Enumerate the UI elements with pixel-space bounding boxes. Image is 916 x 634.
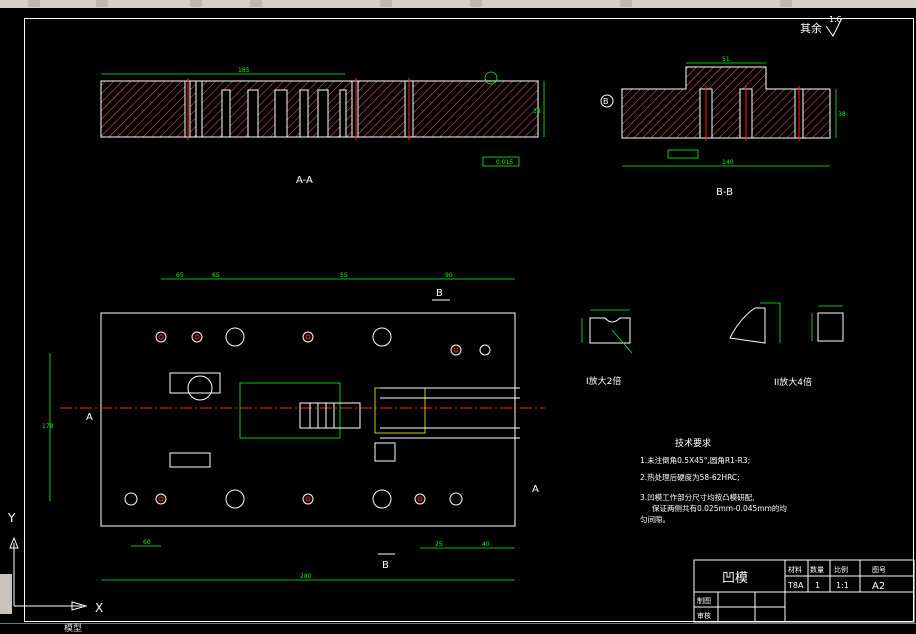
tech-item-5: 匀间隙。	[640, 514, 670, 524]
toolbar-button[interactable]	[380, 0, 392, 7]
header-quantity: 数量	[810, 565, 824, 574]
drawing-canvas[interactable]: 其余 1.6 185 38 0.015 A-A 51 140 38 B B-B …	[0, 8, 916, 623]
header-material: 材料	[788, 565, 802, 574]
plan-dim-bottom-1: 60	[143, 539, 151, 546]
header-drawing-no: 图号	[872, 566, 886, 574]
aa-tolerance: 0.015	[496, 159, 513, 166]
section-bb-title: B-B	[716, 187, 733, 198]
detail-1-title: I放大2倍	[586, 375, 621, 387]
section-mark-b-top: B	[436, 288, 443, 299]
plan-dim-total: 280	[300, 573, 312, 580]
toolbar-button[interactable]	[190, 0, 202, 7]
value-material: T8A	[787, 581, 804, 590]
section-bb-view: 51 140 38 B B-B	[600, 56, 846, 198]
tech-heading: 技术要求	[675, 437, 711, 449]
row-reviewed: 审核	[697, 611, 711, 620]
plan-dim-top-2: 65	[212, 272, 220, 279]
surface-roughness-symbol: 其余 1.6	[800, 15, 843, 37]
bb-dim-top: 51	[722, 56, 730, 63]
model-tab[interactable]: 模型	[64, 621, 82, 634]
toolbar-button[interactable]	[620, 0, 632, 7]
toolbar-button[interactable]	[470, 0, 482, 7]
plan-dim-top-4: 90	[445, 272, 453, 279]
detail-2-view: II放大4倍	[729, 302, 844, 388]
title-block: 凹模 材料 数量 比例 图号 T8A 1 1:1 A2 制图 审核	[693, 559, 915, 623]
cad-drawing: 其余 1.6 185 38 0.015 A-A 51 140 38 B B-B …	[7, 15, 915, 623]
plan-dim-top-3: 55	[340, 272, 348, 279]
plan-dim-bottom-3: 40	[482, 541, 490, 548]
aa-dim-length: 185	[238, 67, 250, 74]
plan-dim-top-1: 65	[176, 272, 184, 279]
row-drafted: 制图	[697, 596, 711, 605]
toolbar-button[interactable]	[250, 0, 262, 7]
plan-dim-bottom-2: 25	[435, 541, 443, 548]
ucs-icon: Y X	[7, 511, 103, 615]
section-mark-a-right: A	[532, 484, 539, 495]
detail-1-view: I放大2倍	[581, 309, 633, 387]
detail-2-title: II放大4倍	[774, 376, 812, 388]
plan-dim-left: 178	[42, 423, 54, 430]
part-name: 凹模	[722, 571, 748, 586]
toolbar-button[interactable]	[28, 0, 40, 7]
value-quantity: 1	[815, 581, 820, 590]
section-mark-a-left: A	[86, 412, 93, 423]
tech-requirements: 技术要求 1.未注倒角0.5X45°,圆角R1-R3; 2.热处理后硬度为58-…	[640, 437, 787, 524]
tech-item-1: 1.未注倒角0.5X45°,圆角R1-R3;	[640, 455, 750, 465]
section-aa-view: 185 38 0.015 A-A	[100, 67, 545, 186]
tech-item-4: 保证两侧共有0.025mm-0.045mm的均	[652, 503, 787, 513]
side-dock[interactable]	[0, 574, 12, 614]
section-mark-b-bottom: B	[382, 560, 389, 571]
tech-item-2: 2.热处理后硬度为58-62HRC;	[640, 472, 740, 482]
ucs-x-label: X	[95, 601, 103, 615]
toolbar-button[interactable]	[780, 0, 792, 7]
header-scale: 比例	[834, 565, 848, 574]
tech-item-3: 3.凹模工作部分尺寸均按凸模研配,	[640, 492, 755, 502]
aa-dim-height: 38	[533, 108, 541, 115]
toolbar-button[interactable]	[96, 0, 108, 7]
bb-dim-width: 140	[722, 159, 734, 166]
bb-dim-height: 38	[838, 111, 846, 118]
section-aa-title: A-A	[296, 175, 313, 186]
value-scale: 1:1	[836, 581, 849, 590]
roughness-label: 其余	[800, 21, 822, 35]
value-drawing-no: A2	[872, 581, 885, 592]
ucs-y-label: Y	[7, 511, 16, 525]
plan-view: 65 65 55 90 178 280 60 25 40 A A B B	[42, 272, 545, 581]
bb-mark: B	[603, 97, 609, 106]
